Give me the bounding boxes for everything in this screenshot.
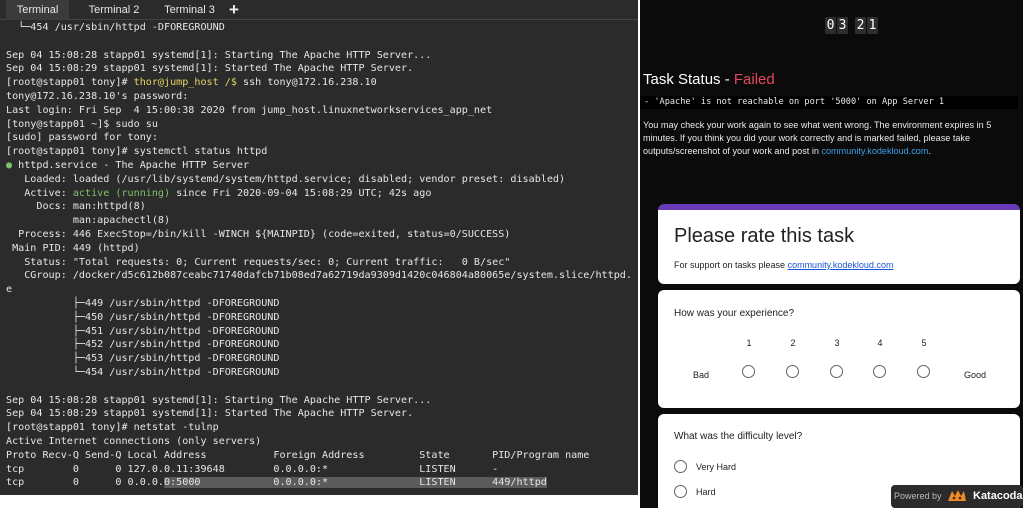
experience-question: How was your experience? <box>674 308 795 319</box>
rating-radio-1[interactable] <box>742 365 755 378</box>
selected-text: 0:5000 0.0.0.0:* LISTEN 449/httpd <box>164 477 547 489</box>
rating-radio-2[interactable] <box>786 365 799 378</box>
scale-high-label: Good <box>964 370 987 380</box>
prompt-user-text: thor@jump_host /$ <box>133 77 237 89</box>
terminal-line: Proto Recv-Q Send-Q Local Address Foreig… <box>6 449 590 461</box>
powered-by-badge[interactable]: Powered by Katacoda <box>891 485 1023 508</box>
timer-digit: 3 <box>837 17 848 34</box>
scale-number: 3 <box>834 338 840 348</box>
terminal-line: Process: 446 ExecStop=/bin/kill -WINCH $… <box>6 228 511 240</box>
timer-digit: 1 <box>867 17 878 34</box>
task-error-message: - 'Apache' is not reachable on port '500… <box>640 96 1018 109</box>
task-status-label: Task Status - <box>643 71 734 88</box>
scale-number: 4 <box>877 338 883 348</box>
terminal-pane: Terminal Terminal 2 Terminal 3 + └─454 /… <box>0 0 638 512</box>
terminal-line: └─454 /usr/sbin/httpd -DFOREGROUND <box>6 22 225 33</box>
terminal-line: Sep 04 15:08:28 stapp01 systemd[1]: Star… <box>6 394 432 406</box>
support-text: For support on tasks please <box>674 260 788 270</box>
timer-digit: 0 <box>825 17 836 34</box>
powered-by-text: Powered by <box>894 491 942 501</box>
active-since-text: since Fri 2020-09-04 15:08:29 UTC; 42s a… <box>170 187 432 199</box>
terminal-line: Last login: Fri Sep 4 15:00:38 2020 from… <box>6 104 493 116</box>
support-link[interactable]: community.kodekloud.com <box>788 260 894 270</box>
terminal-line: tcp 0 0 127.0.0.11:39648 0.0.0.0:* LISTE… <box>6 463 499 475</box>
community-link[interactable]: community.kodekloud.com <box>821 146 928 156</box>
katacoda-brand-text: Katacoda <box>973 490 1023 502</box>
tab-terminal-2[interactable]: Terminal 2 <box>81 0 147 20</box>
terminal-line: Docs: man:httpd(8) <box>6 201 146 213</box>
terminal-line: Sep 04 15:08:28 stapp01 systemd[1]: Star… <box>6 49 432 61</box>
terminal-output[interactable]: └─454 /usr/sbin/httpd -DFOREGROUND Sep 0… <box>6 21 632 491</box>
terminal-line: Main PID: 449 (httpd) <box>6 242 140 254</box>
form-support-line: For support on tasks please community.ko… <box>674 260 893 270</box>
terminal-line: Active Internet connections (only server… <box>6 435 262 447</box>
tab-terminal[interactable]: Terminal <box>6 0 69 20</box>
task-status-value: Failed <box>733 71 775 88</box>
panel-bottom-strip <box>640 508 1023 512</box>
difficulty-radio-very-hard[interactable] <box>674 460 687 473</box>
terminal-line: tcp 0 0 0.0.0.0:5000 0.0.0.0:* LISTEN 44… <box>6 476 632 490</box>
terminal-line: ├─449 /usr/sbin/httpd -DFOREGROUND <box>6 297 280 309</box>
terminal-line: man:apachectl(8) <box>6 215 171 227</box>
terminal-line: Status: "Total requests: 0; Current requ… <box>6 256 511 268</box>
form-title-card: Please rate this task For support on tas… <box>658 204 1020 284</box>
rating-radio-4[interactable] <box>873 365 886 378</box>
terminal-line: ├─450 /usr/sbin/httpd -DFOREGROUND <box>6 311 280 323</box>
terminal-line: ├─452 /usr/sbin/httpd -DFOREGROUND <box>6 339 280 351</box>
difficulty-option-label: Hard <box>696 487 716 497</box>
terminal-line: e <box>6 284 13 296</box>
experience-question-card: How was your experience? Bad 1 2 3 4 5 G… <box>658 290 1020 408</box>
scale-low-label: Bad <box>693 370 710 380</box>
terminal-line: CGroup: /docker/d5c612b087ceabc71740dafc… <box>6 270 632 282</box>
difficulty-option-label: Very Hard <box>696 462 737 472</box>
difficulty-question: What was the difficulty level? <box>674 431 803 442</box>
terminal-bottom-strip <box>0 495 638 512</box>
terminal-line: Sep 04 15:08:29 stapp01 systemd[1]: Star… <box>6 63 414 75</box>
terminal-line: ● httpd.service - The Apache HTTP Server <box>6 159 632 173</box>
task-note-text: You may check your work again to see wha… <box>643 120 992 157</box>
terminal-line: Active: active (running) since Fri 2020-… <box>6 187 632 201</box>
rating-radio-3[interactable] <box>830 365 843 378</box>
katacoda-logo-icon <box>946 487 968 510</box>
task-note-end: . <box>928 146 931 157</box>
terminal-line: └─454 /usr/sbin/httpd -DFOREGROUND <box>6 366 280 378</box>
tab-terminal-3[interactable]: Terminal 3 <box>157 0 222 20</box>
countdown-timer: 0321 <box>825 16 879 34</box>
difficulty-radio-hard[interactable] <box>674 485 687 498</box>
scale-number: 5 <box>921 338 927 348</box>
terminal-line: [sudo] password for tony: <box>6 132 158 144</box>
terminal-line: Sep 04 15:08:29 stapp01 systemd[1]: Star… <box>6 408 414 420</box>
netstat-row-start: tcp 0 0 0.0.0. <box>6 477 165 489</box>
terminal-line: [root@stapp01 tony]# thor@jump_host /$ s… <box>6 76 632 90</box>
terminal-line: [root@stapp01 tony]# systemctl status ht… <box>6 146 268 158</box>
terminal-line: tony@172.16.238.10's password: <box>6 90 189 102</box>
terminal-line: ├─453 /usr/sbin/httpd -DFOREGROUND <box>6 353 280 365</box>
timer-digit: 2 <box>855 17 866 34</box>
service-name-text: httpd.service - The Apache HTTP Server <box>12 159 250 171</box>
terminal-line: [tony@stapp01 ~]$ sudo su <box>6 118 158 130</box>
scale-number: 2 <box>790 338 796 348</box>
task-panel: 0321 Task Status - Failed - 'Apache' is … <box>640 0 1023 512</box>
terminal-tab-bar: Terminal Terminal 2 Terminal 3 + <box>0 0 638 20</box>
rating-form: Please rate this task For support on tas… <box>658 204 1020 512</box>
terminal-line: Loaded: loaded (/usr/lib/systemd/system/… <box>6 173 566 185</box>
task-status-note: You may check your work again to see wha… <box>643 119 1013 159</box>
prompt-text: [root@stapp01 tony]# <box>6 77 134 89</box>
form-title: Please rate this task <box>674 225 855 247</box>
task-status-heading: Task Status - Failed <box>643 71 775 88</box>
terminal-line: ├─451 /usr/sbin/httpd -DFOREGROUND <box>6 325 280 337</box>
active-running-status: active (running) <box>72 187 171 199</box>
terminal-line: [root@stapp01 tony]# netstat -tulnp <box>6 422 219 434</box>
scale-number: 1 <box>746 338 752 348</box>
add-tab-button[interactable]: + <box>229 0 239 20</box>
rating-radio-5[interactable] <box>917 365 930 378</box>
active-label: Active: <box>6 187 73 199</box>
command-text: ssh tony@172.16.238.10 <box>236 77 377 89</box>
